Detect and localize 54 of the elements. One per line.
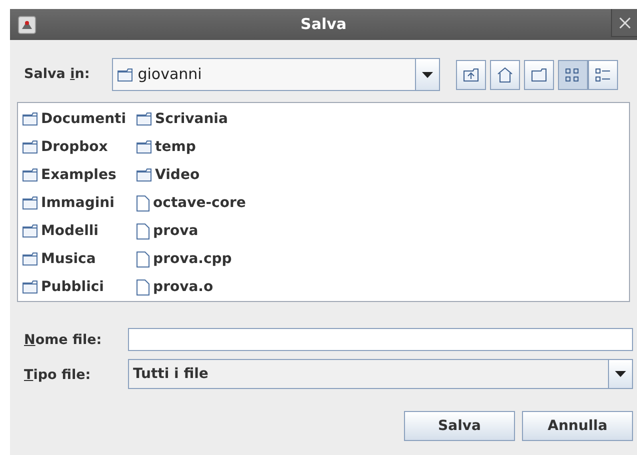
folder-item[interactable]: Musica: [22, 245, 126, 273]
file-item[interactable]: octave-core: [136, 189, 246, 217]
folder-up-icon: [462, 68, 479, 82]
folder-icon: [22, 168, 38, 182]
toolbar-button[interactable]: [558, 60, 588, 90]
file-name-field[interactable]: [128, 328, 633, 350]
app-icon: [18, 16, 36, 34]
folder-item[interactable]: Immagini: [22, 189, 126, 217]
close-button[interactable]: [611, 9, 637, 37]
document-icon: [136, 194, 150, 212]
folder-icon: [136, 168, 152, 182]
window-title: Salva: [300, 14, 346, 36]
folder-icon: [22, 196, 38, 210]
folder-item[interactable]: Documenti: [22, 105, 126, 133]
toolbar-button[interactable]: [524, 60, 554, 90]
look-in-dropdown[interactable]: giovanni: [112, 58, 440, 91]
caret-icon: [615, 371, 626, 377]
folder-icon: [22, 112, 38, 126]
folder-icon: [22, 224, 38, 238]
look-in-value: giovanni: [138, 64, 202, 86]
folder-item[interactable]: Pubblici: [22, 273, 126, 301]
folder-icon: [136, 140, 152, 154]
close-icon: [618, 16, 630, 28]
folder-item[interactable]: Modelli: [22, 217, 126, 245]
save-button[interactable]: Salva: [404, 411, 515, 441]
folder-icon: [22, 280, 38, 294]
file-item[interactable]: prova.cpp: [136, 245, 246, 273]
document-icon: [136, 250, 150, 268]
file-type-label: Tipo file:: [24, 367, 91, 383]
folder-icon: [22, 252, 38, 266]
folder-item[interactable]: Dropbox: [22, 133, 126, 161]
folder-item[interactable]: Scrivania: [136, 105, 246, 133]
caret-icon: [422, 72, 433, 78]
list-view-icon: [564, 66, 581, 82]
folder-item[interactable]: Video: [136, 161, 246, 189]
file-type-dropdown[interactable]: Tutti i file: [128, 359, 633, 389]
file-item[interactable]: prova.o: [136, 273, 246, 301]
file-name-label: Nome file:: [24, 332, 102, 348]
folder-icon: [136, 112, 152, 126]
details-view-icon: [594, 66, 611, 82]
folder-item[interactable]: temp: [136, 133, 246, 161]
document-icon: [136, 222, 150, 240]
toolbar-button[interactable]: [588, 60, 618, 90]
document-icon: [136, 278, 150, 296]
cancel-button[interactable]: Annulla: [522, 411, 633, 441]
file-item[interactable]: prova: [136, 217, 246, 245]
toolbar-button[interactable]: [490, 60, 520, 90]
folder-icon: [22, 140, 38, 154]
folder-icon: [116, 68, 133, 82]
look-in-label: Salva in:: [24, 65, 90, 84]
home-icon: [496, 66, 513, 82]
folder-item[interactable]: Examples: [22, 161, 126, 189]
folder-icon: [530, 68, 547, 82]
toolbar-button[interactable]: [456, 60, 486, 90]
